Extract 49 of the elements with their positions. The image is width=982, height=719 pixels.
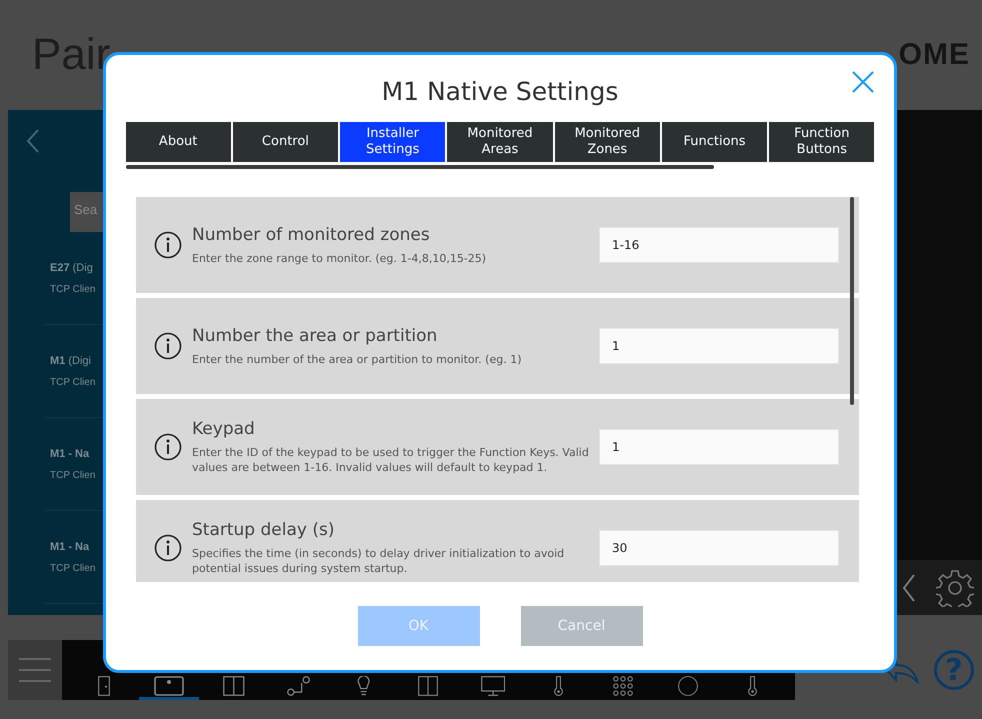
- window-icon: [418, 676, 438, 696]
- tab[interactable]: Monitored Areas: [447, 122, 553, 162]
- device-name: M1 (Digi: [50, 354, 91, 366]
- tab[interactable]: Monitored Zones: [554, 122, 660, 162]
- back-icon[interactable]: [26, 128, 40, 154]
- tab[interactable]: Function Buttons: [769, 122, 874, 162]
- scrollbar[interactable]: [850, 197, 854, 405]
- setting-label: Keypad: [192, 419, 256, 439]
- device-type: TCP Clien: [50, 376, 96, 388]
- setting-description: Enter the number of the area or partition to monitor. (eg. 1): [192, 352, 522, 366]
- info-icon[interactable]: [154, 231, 182, 259]
- setting-description: Enter the ID of the keypad to be used to trigger the Function Keys. Valid values are between 1-16. Invalid values will default to keypad 1.: [192, 445, 589, 475]
- bulb-icon: [356, 676, 370, 696]
- setting-label: Startup delay (s): [192, 520, 336, 540]
- tab[interactable]: Functions: [662, 122, 768, 162]
- close-icon[interactable]: [852, 71, 874, 93]
- device-type: TCP Clien: [50, 562, 96, 574]
- device-name: M1 - Na: [50, 448, 90, 460]
- dialog-title: M1 Native Settings: [382, 76, 618, 108]
- door-icon: [98, 676, 110, 696]
- thermostat-icon: [554, 676, 563, 696]
- tab[interactable]: Installer Settings: [340, 122, 446, 162]
- tab[interactable]: About: [126, 122, 231, 162]
- tv-icon: [154, 676, 184, 696]
- input-field[interactable]: 1-16: [599, 227, 839, 263]
- device-name: M1 - Na: [50, 540, 90, 552]
- keypad-icon: [612, 676, 633, 696]
- info-icon[interactable]: [154, 433, 182, 461]
- thermostat-icon: [748, 676, 758, 696]
- setting-description: Enter the zone range to monitor. (eg. 1-4,8,10,15-25): [192, 250, 488, 266]
- chevron-icon[interactable]: [902, 572, 916, 602]
- info-icon[interactable]: [154, 534, 182, 562]
- cabinet-icon: [223, 676, 245, 696]
- scrollbar[interactable]: [126, 165, 714, 169]
- input-field[interactable]: 30: [599, 530, 839, 566]
- setting-label: Number the area or partition: [192, 326, 438, 346]
- input-field[interactable]: 1: [599, 429, 839, 465]
- settings-icon[interactable]: [936, 568, 974, 606]
- device-type: TCP Clien: [50, 284, 96, 294]
- setting-description: Specifies the time (in seconds) to delay driver initialization to avoid potential issues during system startup.: [192, 546, 566, 576]
- info-icon[interactable]: [154, 332, 182, 360]
- device-type: TCP Clien: [50, 470, 96, 480]
- setting-label: Number of monitored zones: [192, 224, 431, 244]
- valve-icon: [287, 676, 310, 696]
- circle-icon: [678, 676, 698, 696]
- input-field[interactable]: 1: [599, 328, 839, 364]
- device-name: E27 (Dig: [50, 262, 93, 274]
- monitor-icon: [481, 676, 506, 696]
- tab[interactable]: Control: [232, 122, 338, 162]
